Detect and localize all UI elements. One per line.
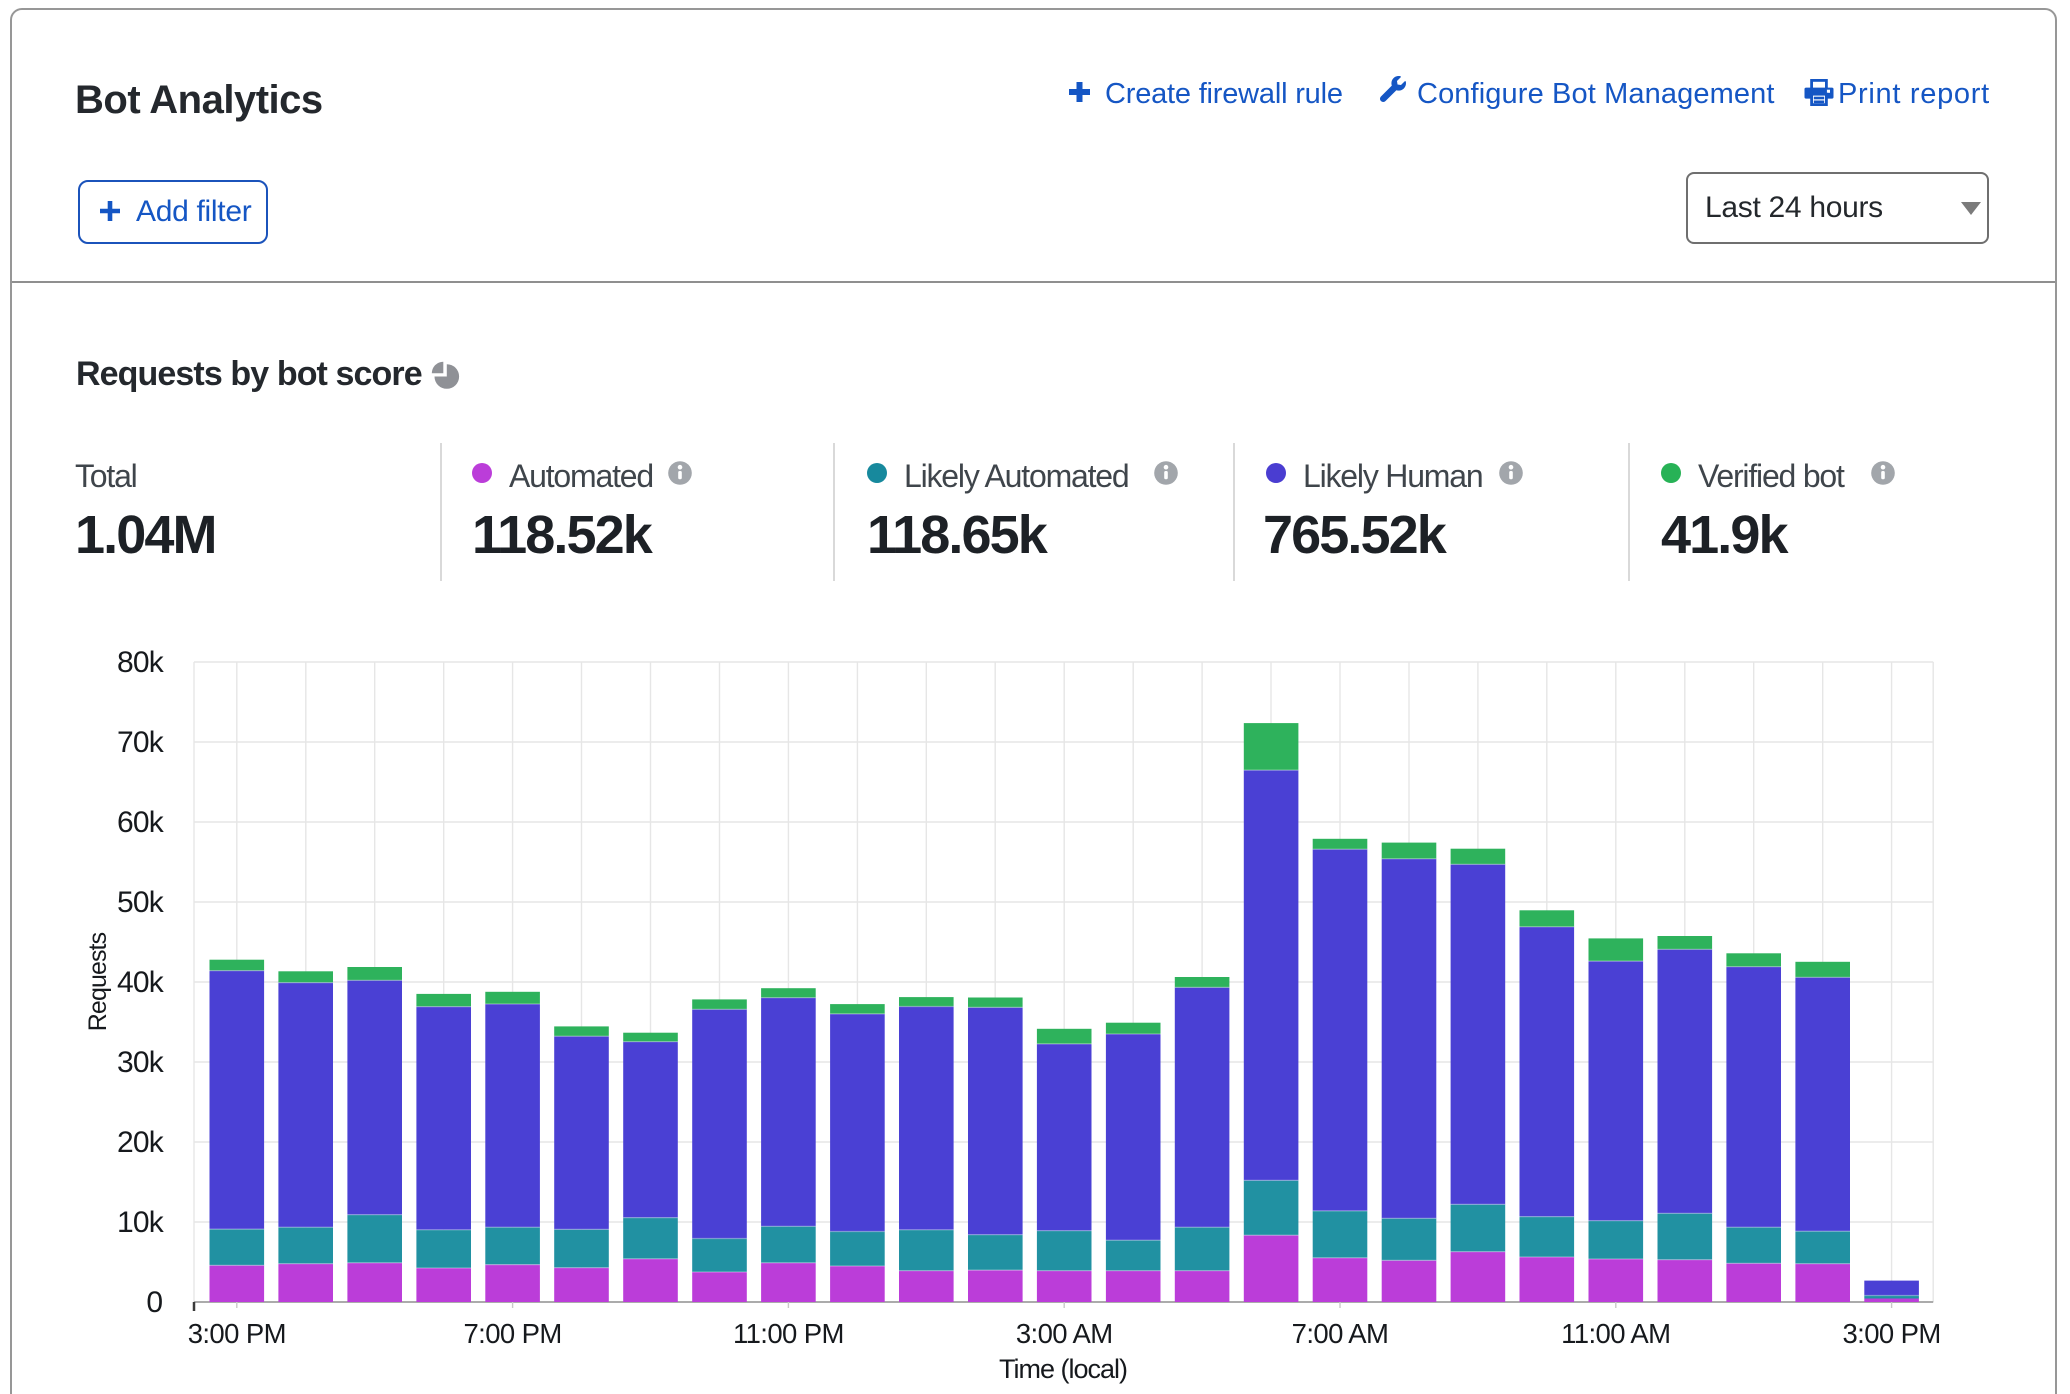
svg-text:Time (local): Time (local) <box>999 1354 1127 1384</box>
svg-text:70k: 70k <box>117 726 165 759</box>
svg-text:80k: 80k <box>117 646 165 679</box>
svg-text:7:00 PM: 7:00 PM <box>463 1318 561 1349</box>
svg-text:3:00 PM: 3:00 PM <box>188 1318 286 1349</box>
svg-text:3:00 PM: 3:00 PM <box>1842 1318 1940 1349</box>
svg-text:7:00 AM: 7:00 AM <box>1292 1318 1389 1349</box>
svg-text:50k: 50k <box>117 886 165 919</box>
svg-text:0: 0 <box>146 1286 163 1319</box>
svg-text:20k: 20k <box>117 1126 165 1159</box>
svg-text:Requests: Requests <box>84 932 112 1031</box>
svg-text:11:00 PM: 11:00 PM <box>733 1318 844 1349</box>
svg-text:30k: 30k <box>117 1046 165 1079</box>
svg-text:3:00 AM: 3:00 AM <box>1016 1318 1113 1349</box>
svg-text:60k: 60k <box>117 806 165 839</box>
svg-text:11:00 AM: 11:00 AM <box>1561 1318 1670 1349</box>
svg-text:40k: 40k <box>117 966 165 999</box>
svg-text:10k: 10k <box>117 1206 165 1239</box>
